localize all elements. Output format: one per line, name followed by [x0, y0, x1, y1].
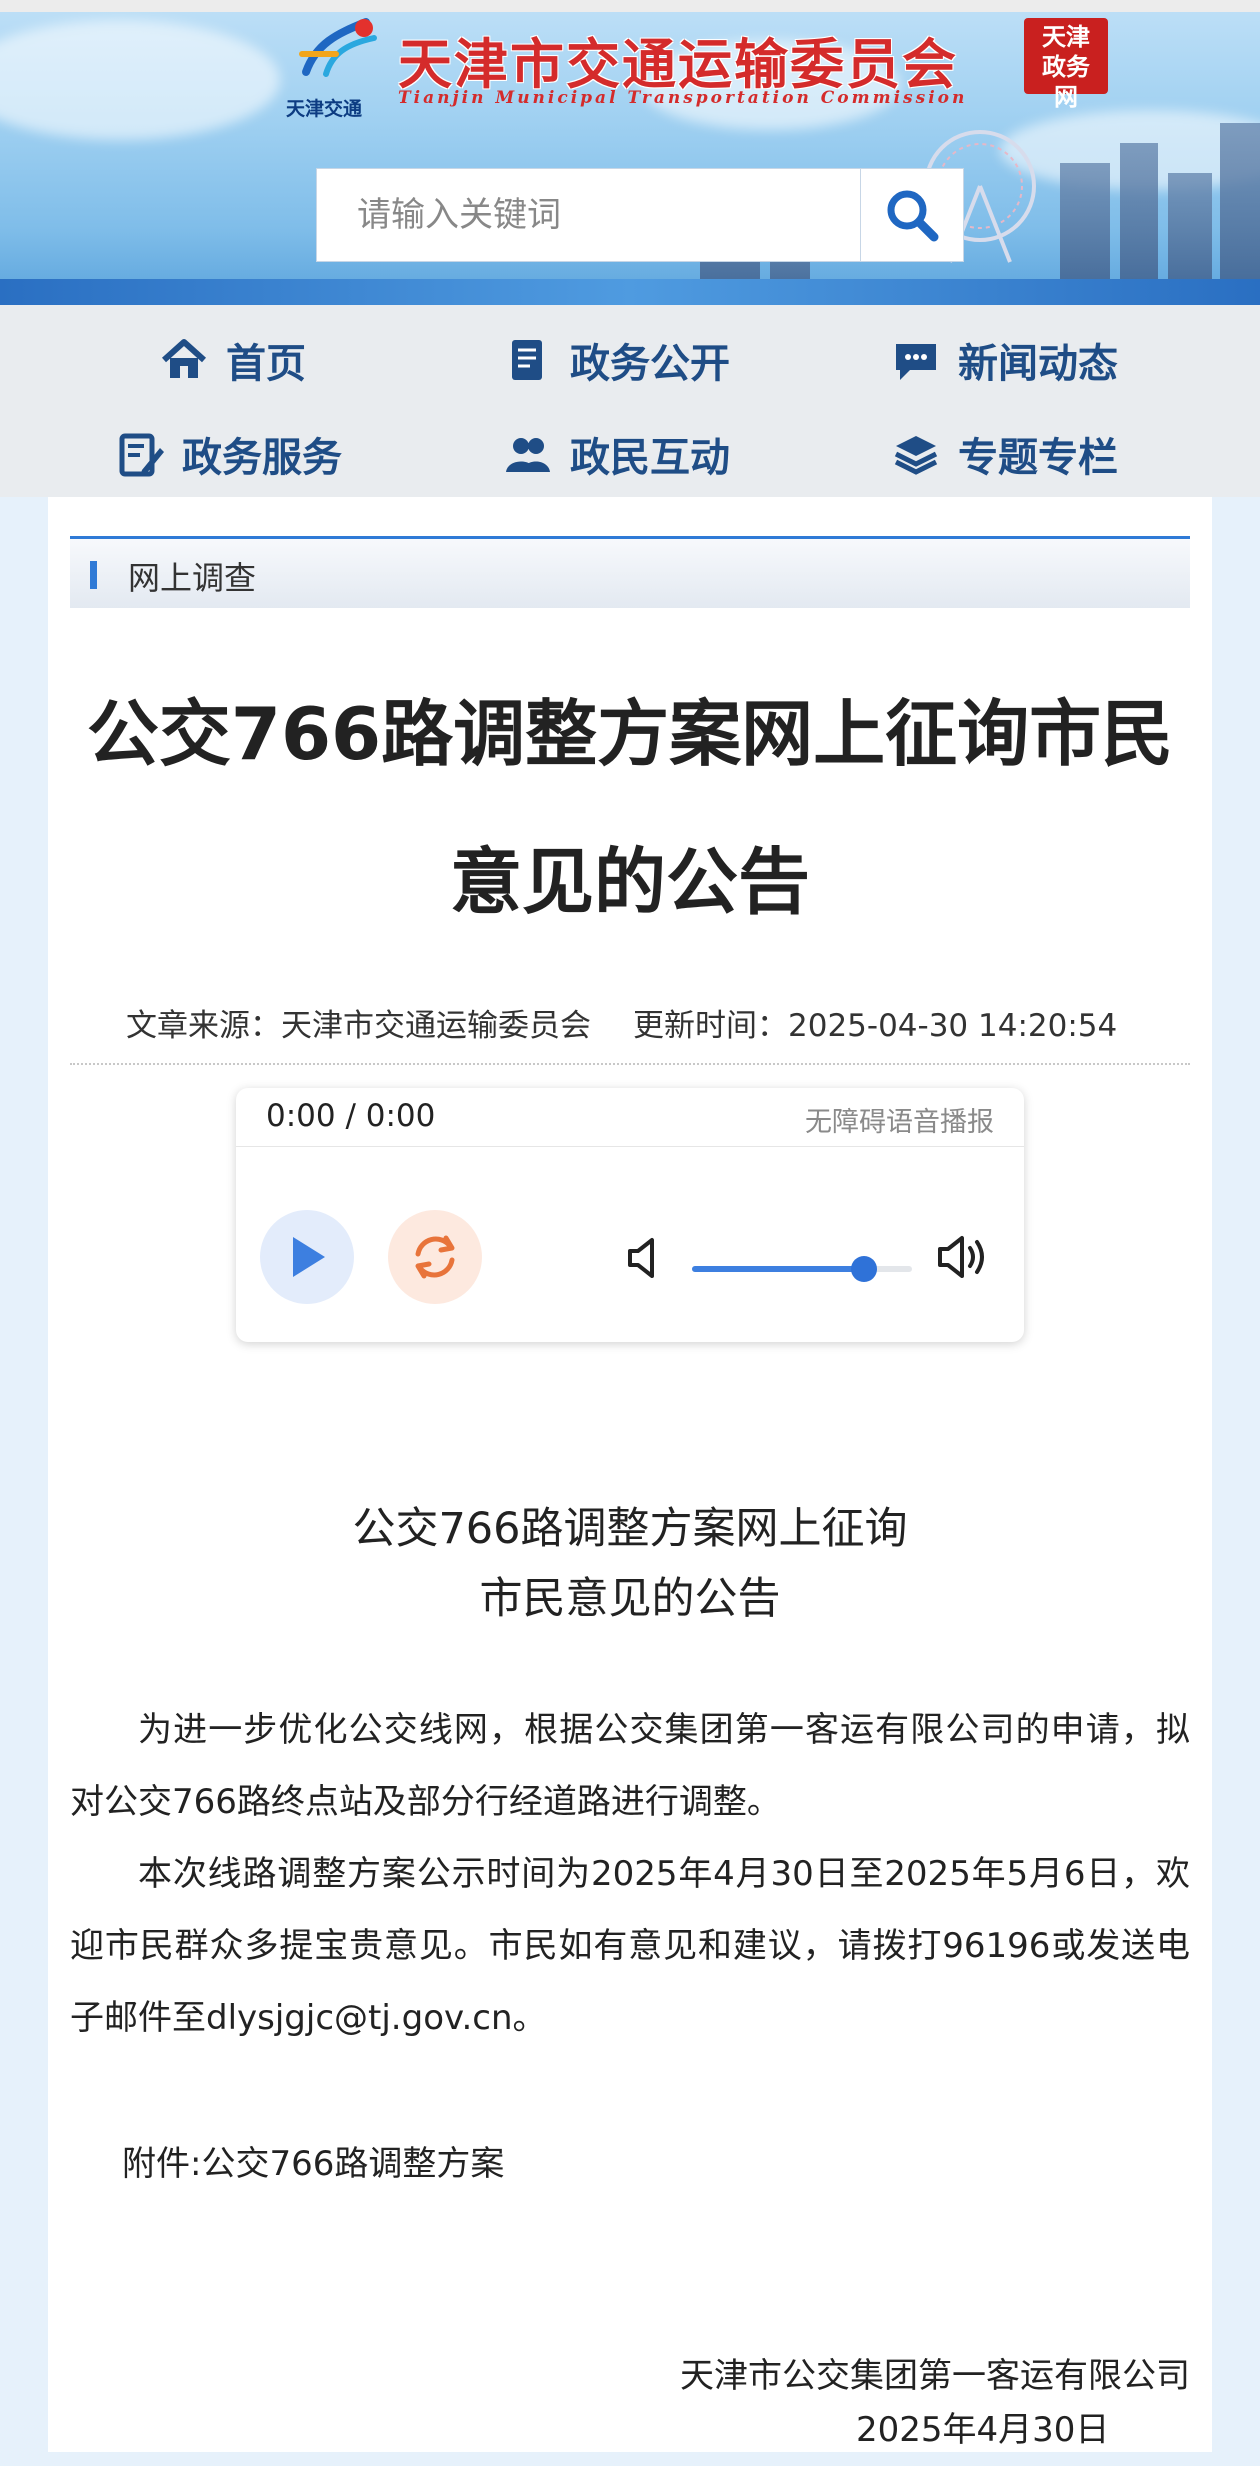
chat-icon	[896, 344, 936, 380]
nav-label: 政务公开	[570, 341, 730, 387]
search-placeholder: 请输入关键词	[357, 195, 561, 235]
article-subtitle-line: 公交766路调整方案网上征询	[352, 1504, 908, 1554]
search-icon	[887, 190, 939, 242]
nav-label: 新闻动态	[958, 341, 1118, 387]
nav-item-interaction[interactable]: 政民互动	[504, 425, 730, 483]
nav-label: 政务服务	[182, 435, 342, 481]
users-icon	[506, 438, 550, 472]
nav-item-news[interactable]: 新闻动态	[892, 331, 1118, 389]
nav-label: 首页	[226, 341, 306, 387]
article-subtitle: 公交766路调整方案网上征询 市民意见的公告	[60, 1494, 1200, 1634]
article-source: 文章来源：天津市交通运输委员会	[126, 1008, 591, 1044]
breadcrumb: 网上调查	[70, 536, 1190, 608]
signature-date: 2025年4月30日	[856, 2410, 1110, 2450]
home-icon	[161, 339, 207, 378]
attachment-link[interactable]: 附件:公交766路调整方案	[122, 2136, 504, 2185]
nav-item-topics[interactable]: 专题专栏	[892, 425, 1118, 483]
nav-item-services[interactable]: 政务服务	[116, 425, 342, 483]
main-navigation: 首页 政务公开 新闻动态 政务服务 政民互动 专题专栏	[0, 305, 1260, 497]
search-button[interactable]	[860, 168, 964, 262]
status-strip	[0, 0, 1260, 12]
article-paragraph: 为进一步优化公交线网，根据公交集团第一客运有限公司的申请，拟对公交766路终点站…	[70, 1710, 1190, 1822]
seal-text: 天津政务网	[1042, 23, 1090, 111]
nav-item-home[interactable]: 首页	[160, 331, 306, 389]
government-portal-seal[interactable]: 天津政务网	[1024, 18, 1108, 111]
article-paragraph: 本次线路调整方案公示时间为2025年4月30日至2025年5月6日，欢迎市民群众…	[70, 1854, 1190, 2038]
playback-time: 0:00 / 0:00	[266, 1098, 436, 1134]
breadcrumb-marker	[90, 561, 97, 589]
layers-icon	[894, 436, 938, 475]
edit-icon	[119, 433, 164, 477]
skyline-building	[1168, 173, 1212, 293]
signature-org: 天津市公交集团第一客运有限公司	[680, 2356, 1190, 2396]
volume-slider-handle[interactable]	[850, 1256, 877, 1282]
skyline-building	[1060, 163, 1110, 293]
article-updated-time: 更新时间：2025-04-30 14:20:54	[633, 1008, 1118, 1044]
logo-caption: 天津交通	[286, 98, 363, 120]
nav-label: 政民互动	[570, 435, 730, 481]
loop-button[interactable]	[388, 1210, 482, 1304]
site-logo-icon	[299, 18, 377, 77]
breadcrumb-label[interactable]: 网上调查	[128, 553, 256, 599]
accessibility-audio-label: 无障碍语音播报	[805, 1107, 994, 1138]
page-title: 公交766路调整方案网上征询市民意见的公告	[86, 692, 1174, 924]
volume-low-icon[interactable]	[626, 1236, 666, 1280]
search-input[interactable]: 请输入关键词	[316, 168, 862, 262]
header-banner: 天津交通 天津市交通运输委员会 Tianjin Municipal Transp…	[0, 0, 1260, 305]
document-icon	[512, 340, 542, 380]
player-header: 0:00 / 0:00 无障碍语音播报	[236, 1088, 1024, 1147]
loop-icon	[415, 1235, 455, 1279]
divider	[70, 1063, 1190, 1065]
volume-slider-fill	[692, 1266, 864, 1272]
site-subtitle: Tianjin Municipal Transportation Commiss…	[398, 88, 968, 108]
nav-label: 专题专栏	[958, 435, 1118, 481]
play-button[interactable]	[260, 1210, 354, 1304]
volume-high-icon[interactable]	[936, 1232, 990, 1282]
skyline-building	[1120, 143, 1158, 293]
article-meta: 文章来源：天津市交通运输委员会 更新时间：2025-04-30 14:20:54	[126, 1000, 1117, 1045]
audio-player: 0:00 / 0:00 无障碍语音播报	[236, 1088, 1024, 1342]
cloud-decoration	[0, 20, 280, 140]
skyline-building	[1220, 123, 1260, 293]
nav-item-government-affairs[interactable]: 政务公开	[504, 331, 730, 389]
article-subtitle-line: 市民意见的公告	[479, 1574, 781, 1624]
play-icon	[293, 1237, 325, 1277]
river-decoration	[0, 279, 1260, 305]
